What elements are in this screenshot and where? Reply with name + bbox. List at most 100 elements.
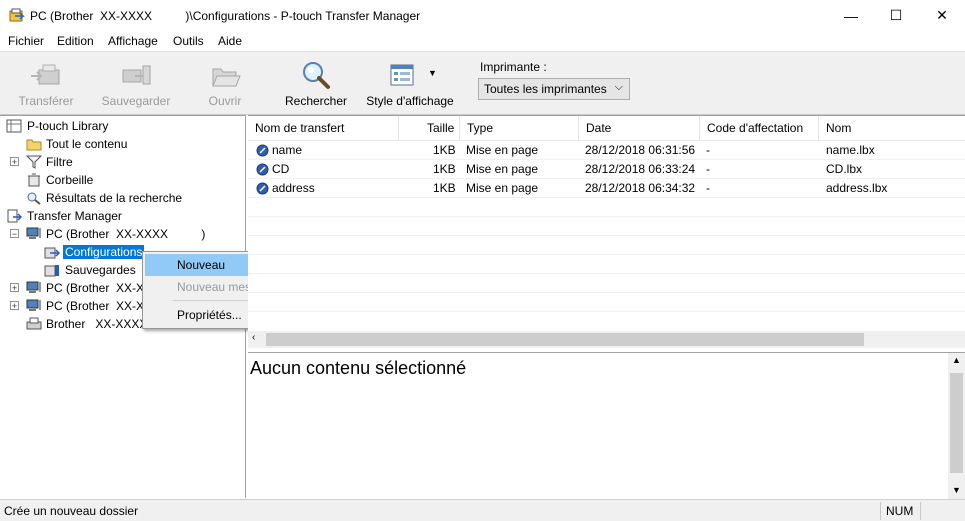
row-gridline: [248, 216, 965, 217]
menu-help[interactable]: Aide: [218, 34, 242, 48]
transfer-manager-icon: [7, 209, 22, 223]
library-icon: [6, 119, 22, 133]
search-icon: [303, 62, 330, 89]
menu-tools[interactable]: Outils: [173, 34, 204, 48]
column-header-name[interactable]: Nom de transfert: [248, 116, 399, 140]
tree-label-backups: Sauvegardes: [65, 263, 136, 277]
expand-icon[interactable]: +: [10, 301, 19, 311]
cell-size: 1KB: [433, 162, 456, 176]
row-gridline: [248, 292, 965, 293]
tree-label-all-content: Tout le contenu: [46, 137, 128, 151]
vertical-scroll-thumb[interactable]: [950, 373, 963, 473]
list-header: Nom de transfert Taille Type Date Code d…: [248, 116, 965, 141]
window-title: PC (Brother XX-XXXX )\Configurations - P…: [30, 9, 421, 23]
search-label: Rechercher: [284, 94, 348, 108]
backup-label: Sauvegarder: [101, 94, 171, 108]
table-row[interactable]: name 1KB Mise en page 28/12/2018 06:31:5…: [248, 141, 965, 160]
status-separator: [920, 502, 921, 520]
table-row[interactable]: CD 1KB Mise en page 28/12/2018 06:33:24 …: [248, 160, 965, 179]
menu-view[interactable]: Affichage: [108, 34, 158, 48]
layout-file-icon: [256, 182, 269, 195]
configurations-folder-icon: [44, 247, 60, 259]
cell-type: Mise en page: [466, 181, 539, 195]
tree-node-trash[interactable]: Corbeille: [0, 171, 240, 189]
tree-node-transfer-manager[interactable]: Transfer Manager: [0, 207, 240, 225]
table-row[interactable]: address 1KB Mise en page 28/12/2018 06:3…: [248, 179, 965, 198]
backups-folder-icon: [44, 265, 59, 277]
cell-size: 1KB: [433, 143, 456, 157]
view-style-label: Style d'affichage: [366, 94, 454, 108]
printer-select-value: Toutes les imprimantes: [484, 82, 607, 96]
folder-open-icon: [212, 68, 241, 87]
column-header-type[interactable]: Type: [460, 116, 579, 140]
tree-label-library: P-touch Library: [27, 119, 109, 133]
preview-empty-text: Aucun contenu sélectionné: [250, 358, 467, 378]
row-gridline: [248, 273, 965, 274]
cell-code: -: [706, 143, 710, 157]
toolbar: Transférer Sauvegarder Ouvrir Rechercher: [0, 51, 965, 115]
tree-node-search-results[interactable]: Résultats de la recherche: [0, 189, 240, 207]
status-text: Crée un nouveau dossier: [4, 504, 139, 518]
scroll-down-icon[interactable]: ▼: [952, 485, 961, 495]
filter-icon: [26, 155, 42, 169]
cell-date: 28/12/2018 06:31:56: [585, 143, 696, 157]
title-bar: PC (Brother XX-XXXX )\Configurations - P…: [0, 0, 965, 31]
cell-name: CD: [272, 162, 290, 176]
tree-label-filter: Filtre: [46, 155, 73, 169]
computer-icon: [26, 299, 41, 311]
view-style-button[interactable]: ▼ Style d'affichage: [362, 58, 458, 114]
tree-node-filter[interactable]: + Filtre: [0, 153, 240, 171]
column-header-filename[interactable]: Nom: [819, 116, 965, 140]
open-label: Ouvrir: [208, 94, 242, 108]
status-separator: [880, 502, 881, 520]
cell-filename: CD.lbx: [826, 162, 863, 176]
minimize-button[interactable]: —: [828, 0, 874, 31]
status-num-lock: NUM: [886, 504, 914, 518]
tree-label-brother: Brother XX-XXXX: [46, 317, 148, 331]
backup-button[interactable]: Sauvegarder: [96, 58, 176, 114]
tree-label-pc3: PC (Brother XX-XX: [46, 299, 153, 313]
row-gridline: [248, 311, 965, 312]
row-gridline: [248, 159, 965, 160]
cell-date: 28/12/2018 06:34:32: [585, 181, 696, 195]
minimize-icon: —: [844, 7, 858, 24]
maximize-button[interactable]: ☐: [873, 0, 919, 31]
horizontal-scrollbar[interactable]: ‹: [248, 331, 965, 348]
scroll-up-icon[interactable]: ▲: [952, 355, 961, 365]
printer-select[interactable]: Toutes les imprimantes ⌵: [478, 78, 630, 100]
cell-filename: address.lbx: [826, 181, 888, 195]
menu-edit[interactable]: Edition: [57, 34, 94, 48]
transfer-icon: [31, 64, 60, 85]
app-icon: [9, 8, 25, 22]
tree-node-library[interactable]: P-touch Library: [0, 117, 240, 135]
tree-node-all-content[interactable]: Tout le contenu: [0, 135, 240, 153]
search-button[interactable]: Rechercher: [282, 58, 350, 114]
tree-label-configurations: Configurations: [63, 245, 145, 259]
cell-type: Mise en page: [466, 162, 539, 176]
scroll-left-icon[interactable]: ‹: [252, 332, 255, 343]
tree-node-pc1[interactable]: − PC (Brother XX-XXXX ): [0, 225, 240, 243]
column-header-size[interactable]: Taille: [399, 116, 460, 140]
layout-file-icon: [256, 144, 269, 157]
printer-label: Imprimante :: [480, 60, 547, 74]
horizontal-scroll-thumb[interactable]: [266, 333, 864, 346]
expand-icon[interactable]: +: [10, 283, 19, 293]
column-header-code[interactable]: Code d'affectation: [700, 116, 819, 140]
view-style-icon: [390, 64, 414, 86]
preview-pane: Aucun contenu sélectionné ▲ ▼: [248, 352, 965, 499]
close-button[interactable]: ✕: [919, 0, 965, 31]
chevron-down-icon: ⌵: [614, 81, 623, 93]
vertical-scrollbar[interactable]: ▲ ▼: [948, 353, 965, 499]
cell-name: address: [272, 181, 315, 195]
trash-icon: [28, 173, 40, 187]
open-button[interactable]: Ouvrir: [192, 58, 258, 114]
tree-label-pc1: PC (Brother XX-XXXX ): [46, 227, 206, 241]
expand-icon[interactable]: +: [10, 157, 19, 167]
cell-size: 1KB: [433, 181, 456, 195]
maximize-icon: ☐: [889, 7, 903, 23]
row-gridline: [248, 197, 965, 198]
menu-file[interactable]: Fichier: [8, 34, 44, 48]
transfer-button[interactable]: Transférer: [10, 58, 82, 114]
collapse-icon[interactable]: −: [10, 229, 19, 239]
column-header-date[interactable]: Date: [579, 116, 700, 140]
